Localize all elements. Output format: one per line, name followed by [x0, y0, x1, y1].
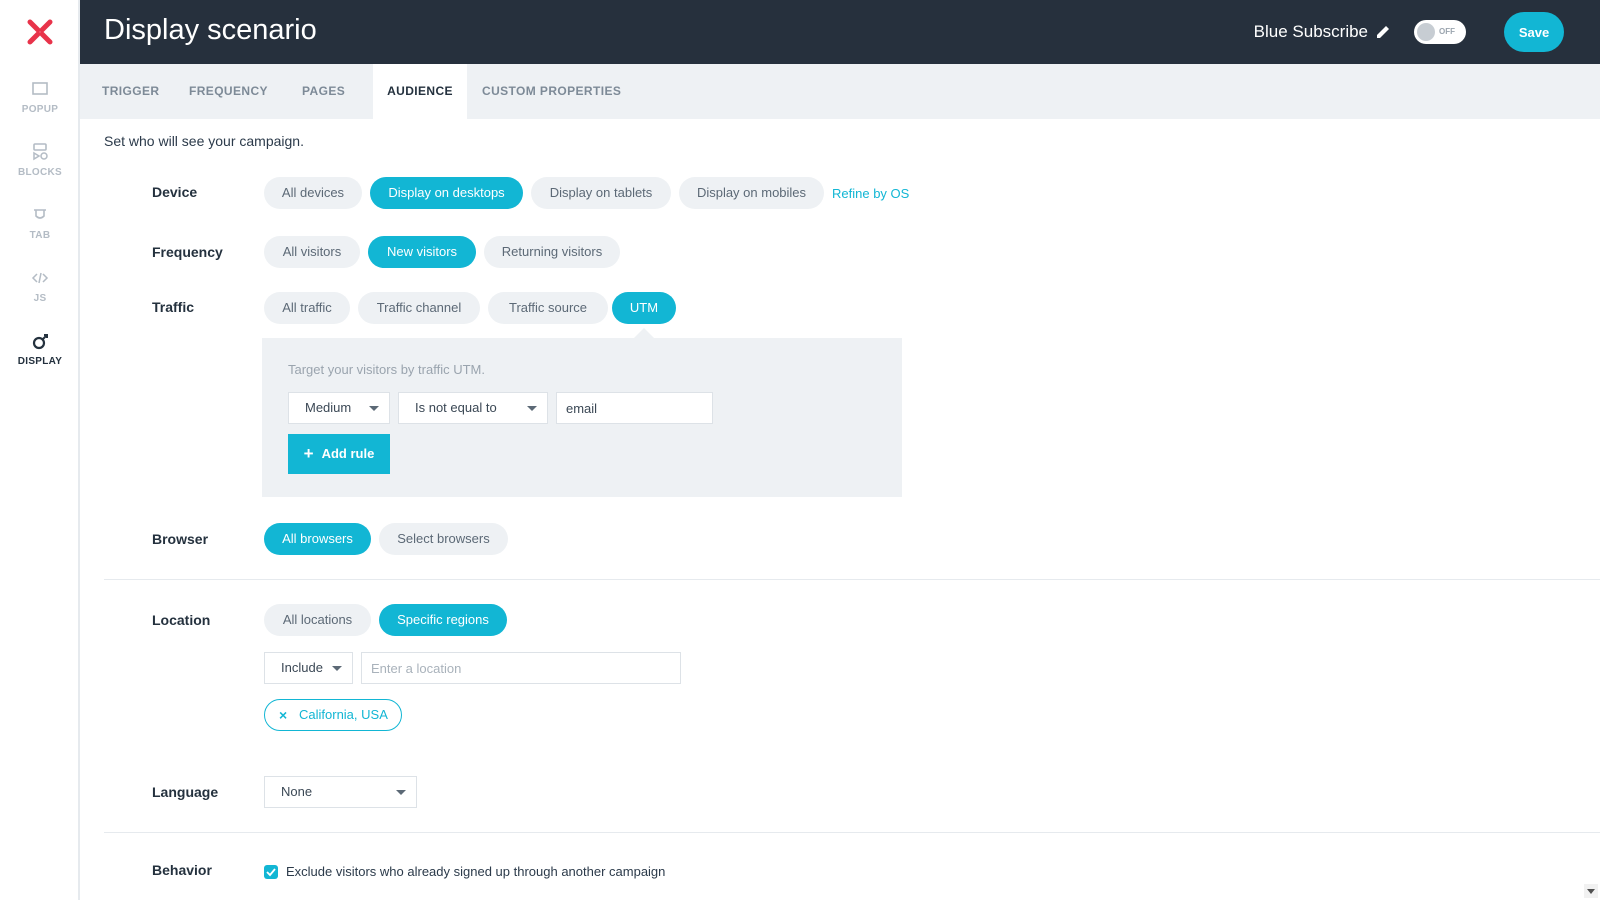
device-option-desktops[interactable]: Display on desktops [370, 177, 523, 209]
toggle-label: OFF [1439, 27, 1455, 36]
sidebar-item-label: POPUP [21, 104, 59, 115]
add-rule-button[interactable]: + Add rule [288, 434, 390, 474]
location-tag-label: California, USA [299, 707, 388, 722]
chevron-down-icon [396, 790, 406, 795]
add-rule-label: Add rule [321, 446, 375, 461]
scroll-down-arrow[interactable] [1584, 884, 1598, 898]
display-icon [32, 334, 48, 350]
sidebar-item-js[interactable]: JS [0, 269, 80, 304]
sidebar-item-label: DISPLAY [17, 356, 63, 367]
section-divider [104, 579, 1600, 580]
sidebar: POPUP BLOCKS TAB JS DISPLAY [0, 0, 80, 900]
tab-frequency[interactable]: FREQUENCY [189, 64, 268, 119]
frequency-label: Frequency [152, 244, 223, 260]
location-mode-value: Include [281, 660, 323, 675]
traffic-option-all[interactable]: All traffic [264, 292, 350, 324]
utm-operator-select[interactable]: Is not equal to [398, 392, 548, 424]
blocks-icon [33, 143, 48, 161]
frequency-option-all[interactable]: All visitors [264, 236, 360, 268]
frequency-option-returning[interactable]: Returning visitors [484, 236, 620, 268]
close-icon[interactable]: × [279, 700, 287, 730]
intro-text: Set who will see your campaign. [104, 133, 304, 149]
tab-icon [34, 209, 46, 219]
exclude-signed-up-checkbox[interactable] [264, 865, 278, 879]
exclude-signed-up-label[interactable]: Exclude visitors who already signed up t… [286, 864, 665, 879]
location-label: Location [152, 612, 211, 628]
page-title: Display scenario [104, 14, 317, 46]
popup-icon [32, 82, 48, 95]
check-icon [266, 868, 276, 877]
traffic-option-channel[interactable]: Traffic channel [358, 292, 480, 324]
utm-operator-value: Is not equal to [415, 400, 497, 415]
browser-option-all[interactable]: All browsers [264, 523, 371, 555]
sidebar-item-display[interactable]: DISPLAY [0, 332, 80, 367]
device-option-all[interactable]: All devices [264, 177, 362, 209]
location-input[interactable] [361, 652, 681, 684]
status-toggle[interactable]: OFF [1414, 20, 1466, 44]
tab-pages[interactable]: PAGES [302, 64, 345, 119]
tab-bar: TRIGGER FREQUENCY PAGES AUDIENCE CUSTOM … [80, 64, 1600, 119]
utm-hint: Target your visitors by traffic UTM. [288, 362, 485, 377]
chevron-down-icon [527, 406, 537, 411]
language-value: None [281, 784, 313, 799]
language-label: Language [152, 784, 219, 800]
location-option-specific[interactable]: Specific regions [379, 604, 507, 636]
utm-parameter-select[interactable]: Medium [288, 392, 390, 424]
device-label: Device [152, 184, 198, 200]
sidebar-item-popup[interactable]: POPUP [0, 80, 80, 115]
top-header: Display scenario Blue Subscribe OFF Save [80, 0, 1600, 64]
chevron-down-icon [332, 666, 342, 671]
tab-trigger[interactable]: TRIGGER [102, 64, 159, 119]
behavior-label: Behavior [152, 862, 212, 878]
sidebar-item-blocks[interactable]: BLOCKS [0, 143, 80, 178]
language-select[interactable]: None [264, 776, 417, 808]
frequency-option-new[interactable]: New visitors [368, 236, 476, 268]
section-divider [104, 832, 1600, 833]
traffic-option-utm[interactable]: UTM [612, 292, 676, 324]
sidebar-item-label: JS [33, 293, 47, 304]
pencil-icon[interactable] [1374, 23, 1392, 41]
sidebar-item-label: TAB [29, 230, 51, 241]
sidebar-item-label: BLOCKS [17, 167, 63, 178]
plus-icon: + [303, 444, 314, 463]
location-tag[interactable]: × California, USA [264, 699, 402, 731]
traffic-option-source[interactable]: Traffic source [488, 292, 608, 324]
browser-label: Browser [152, 531, 209, 547]
tab-custom-properties[interactable]: CUSTOM PROPERTIES [482, 64, 621, 119]
traffic-label: Traffic [152, 299, 195, 315]
chevron-down-icon [369, 406, 379, 411]
location-option-all[interactable]: All locations [264, 604, 371, 636]
utm-panel-pointer [634, 328, 654, 338]
refine-by-os-link[interactable]: Refine by OS [832, 186, 909, 201]
tab-audience[interactable]: AUDIENCE [373, 64, 467, 119]
utm-parameter-value: Medium [305, 400, 352, 415]
browser-option-select[interactable]: Select browsers [379, 523, 508, 555]
device-option-mobiles[interactable]: Display on mobiles [679, 177, 824, 209]
code-icon [31, 272, 49, 284]
close-x-logo[interactable] [24, 16, 56, 48]
sidebar-item-tab[interactable]: TAB [0, 206, 80, 241]
utm-value-input[interactable] [556, 392, 713, 424]
campaign-name[interactable]: Blue Subscribe [1254, 22, 1368, 42]
device-option-tablets[interactable]: Display on tablets [531, 177, 671, 209]
toggle-knob [1417, 23, 1435, 41]
save-button[interactable]: Save [1504, 12, 1564, 52]
location-mode-select[interactable]: Include [264, 652, 353, 684]
